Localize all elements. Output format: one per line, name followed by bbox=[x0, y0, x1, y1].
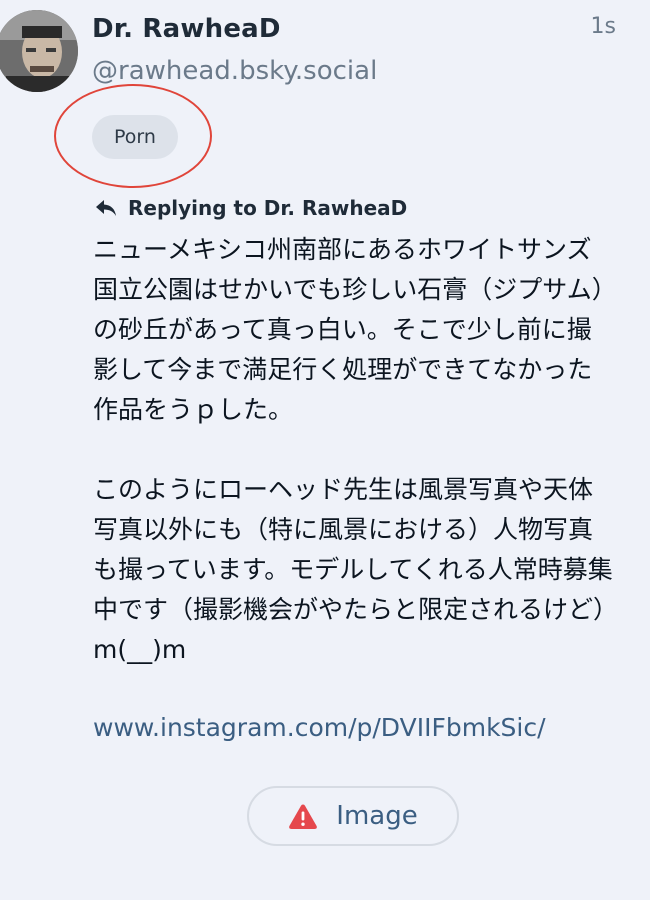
post-card[interactable]: Dr. RawheaD @rawhead.bsky.social 1s Porn… bbox=[0, 0, 650, 900]
show-image-button[interactable]: Image bbox=[247, 786, 459, 846]
avatar[interactable] bbox=[0, 10, 78, 92]
post-body: ニューメキシコ州南部にあるホワイトサンズ国立公園はせかいでも珍しい石膏（ジプサム… bbox=[93, 230, 613, 710]
warning-triangle-icon bbox=[288, 803, 318, 830]
author-handle[interactable]: @rawhead.bsky.social bbox=[92, 56, 377, 86]
reply-to-label[interactable]: Replying to Dr. RawheaD bbox=[128, 196, 407, 220]
post-link[interactable]: www.instagram.com/p/DVIIFbmkSic/ bbox=[93, 713, 546, 742]
reply-arrow-icon bbox=[94, 198, 118, 218]
show-image-button-label: Image bbox=[336, 801, 418, 831]
post-body-paragraph: このようにローヘッド先生は風景写真や天体写真以外にも（特に風景における）人物写真… bbox=[93, 475, 613, 664]
avatar-photo bbox=[0, 10, 78, 92]
annotation-circle bbox=[54, 84, 212, 188]
post-timestamp[interactable]: 1s bbox=[591, 14, 616, 39]
author-display-name[interactable]: Dr. RawheaD bbox=[92, 14, 281, 44]
post-body-paragraph: ニューメキシコ州南部にあるホワイトサンズ国立公園はせかいでも珍しい石膏（ジプサム… bbox=[93, 235, 605, 424]
reply-indicator: Replying to Dr. RawheaD bbox=[94, 194, 407, 222]
